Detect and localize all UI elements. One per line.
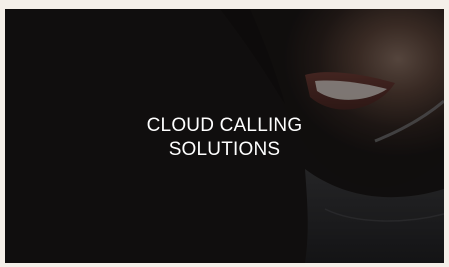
headline-line-2: SOLUTIONS — [168, 139, 281, 160]
hero-banner-card[interactable]: CLOUD CALLING SOLUTIONS — [5, 9, 444, 263]
banner-headline: CLOUD CALLING SOLUTIONS — [5, 114, 444, 162]
headline-line-1: CLOUD CALLING — [146, 115, 303, 136]
